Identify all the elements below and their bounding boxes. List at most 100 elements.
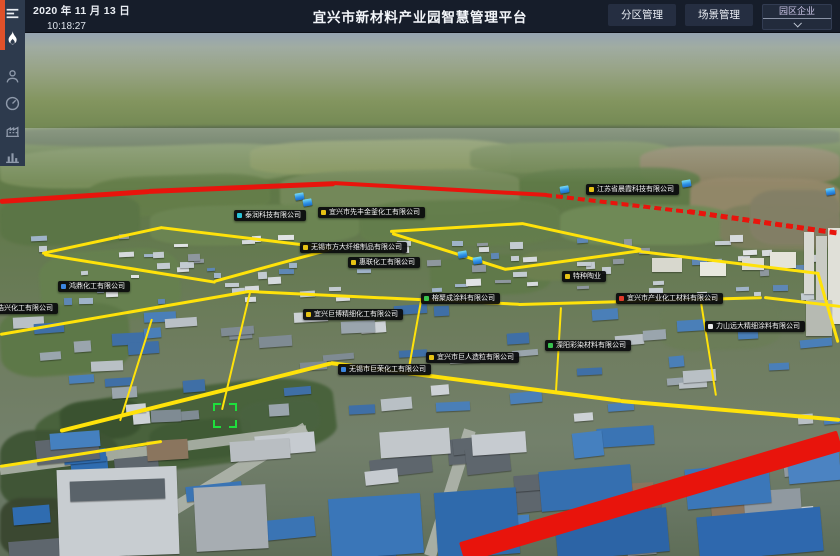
menu-icon[interactable] (4, 5, 21, 22)
yellow-road (620, 399, 840, 422)
company-label[interactable]: 宜兴巨博精细化工有限公司 (303, 309, 403, 320)
building (773, 285, 788, 292)
building (669, 355, 685, 367)
factory-icon[interactable] (4, 122, 21, 139)
company-label[interactable]: 榕聚成涂料有限公司 (421, 293, 500, 304)
building (158, 299, 165, 304)
company-label-text: 溧阳彩染材料有限公司 (556, 341, 626, 350)
bar-chart-icon[interactable] (4, 148, 21, 165)
company-label-text: 宜兴市巨人造粒有限公司 (437, 353, 514, 362)
building (193, 484, 268, 552)
building (74, 340, 92, 353)
building (730, 235, 743, 242)
building (104, 377, 131, 387)
building (612, 259, 624, 265)
map-3d-view[interactable]: 泰润科技有限公司 宜兴市先丰金釜化工有限公司无锡市方大纤维制品有限公司惠联化工有限… (0, 33, 840, 556)
building (427, 260, 441, 266)
building (153, 252, 164, 259)
building (436, 401, 470, 412)
building (700, 262, 726, 276)
building (278, 234, 294, 239)
building (523, 256, 537, 261)
building (70, 478, 166, 501)
building (182, 379, 205, 392)
company-label[interactable]: 宜兴市产业化工材料有限公司 (616, 293, 723, 304)
company-marker-icon (306, 312, 311, 317)
building (527, 281, 538, 285)
company-marker-icon (321, 210, 326, 215)
company-label[interactable]: 力山远大精细涂料有限公司 (705, 321, 805, 332)
company-label[interactable]: 江苏省晨霞科技有限公司 (586, 184, 679, 195)
building (69, 374, 95, 384)
building (800, 338, 832, 349)
company-label[interactable]: 溧阳彩染材料有限公司 (545, 340, 631, 351)
smart-park-platform: 泰润科技有限公司 宜兴市先丰金釜化工有限公司无锡市方大纤维制品有限公司惠联化工有限… (0, 0, 840, 556)
building (643, 329, 666, 341)
building (225, 283, 239, 287)
building (380, 396, 412, 410)
park-enterprise-dropdown[interactable]: 园区企业 (762, 4, 832, 30)
building (165, 316, 197, 327)
building (513, 272, 527, 277)
building (510, 242, 523, 249)
building (379, 428, 451, 459)
building (174, 244, 188, 248)
horizon-haze (0, 128, 840, 183)
building (452, 241, 463, 247)
scene-manage-button[interactable]: 场景管理 (685, 4, 753, 26)
building (269, 403, 290, 416)
company-label[interactable]: 鸿鼎化工有限公司 (58, 281, 130, 292)
company-label-text: 江苏省晨霞科技有限公司 (597, 185, 674, 194)
building (187, 254, 199, 261)
company-marker-icon (351, 260, 356, 265)
company-marker-icon (548, 343, 553, 348)
company-label[interactable]: 浩兴化工有限公司 (0, 303, 58, 314)
company-label[interactable]: 宜兴市巨人造粒有限公司 (426, 352, 519, 363)
building (91, 360, 123, 371)
building (491, 253, 500, 260)
building (178, 410, 200, 420)
datetime-block: 2020 年 11 月 13 日 10:18:27 (33, 3, 130, 32)
building (365, 469, 400, 486)
company-marker-icon (565, 274, 570, 279)
building (329, 287, 341, 291)
person-icon[interactable] (4, 68, 21, 85)
building (495, 279, 511, 283)
building (573, 412, 593, 421)
company-label[interactable]: 宜兴市先丰金釜化工有限公司 (318, 207, 425, 218)
company-label-text: 无锡市方大纤维制品有限公司 (311, 243, 402, 252)
company-marker-icon (61, 284, 66, 289)
building (328, 493, 424, 556)
building (322, 353, 354, 362)
company-label[interactable]: 特种陶业 (562, 271, 606, 282)
company-label[interactable]: 无锡市巨荣化工有限公司 (338, 364, 431, 375)
building (743, 249, 758, 254)
company-marker-icon (708, 324, 713, 329)
company-label[interactable]: 泰润科技有限公司 (234, 210, 306, 221)
building (736, 287, 749, 292)
gauge-icon[interactable] (4, 95, 21, 112)
building (472, 265, 486, 272)
zone-manage-button[interactable]: 分区管理 (608, 4, 676, 26)
company-label-text: 泰润科技有限公司 (245, 211, 301, 220)
company-marker-icon (341, 367, 346, 372)
company-label-text: 无锡市巨荣化工有限公司 (349, 365, 426, 374)
company-marker-icon (589, 187, 594, 192)
building (472, 431, 527, 456)
building (511, 256, 519, 262)
building (577, 262, 591, 266)
building (769, 363, 790, 371)
company-label[interactable]: 无锡市方大纤维制品有限公司 (300, 242, 407, 253)
dropdown-label: 园区企业 (763, 5, 831, 19)
page-title: 宜兴市新材料产业园智慧管理平台 (313, 6, 528, 26)
building (477, 243, 488, 247)
flame-icon[interactable] (4, 30, 21, 47)
building (571, 430, 604, 458)
company-label-text: 榕聚成涂料有限公司 (432, 294, 495, 303)
building (229, 438, 290, 462)
building (510, 391, 543, 405)
building (577, 285, 589, 289)
chevron-down-icon (793, 19, 801, 27)
company-marker-icon (303, 245, 308, 250)
company-label[interactable]: 惠联化工有限公司 (348, 257, 420, 268)
